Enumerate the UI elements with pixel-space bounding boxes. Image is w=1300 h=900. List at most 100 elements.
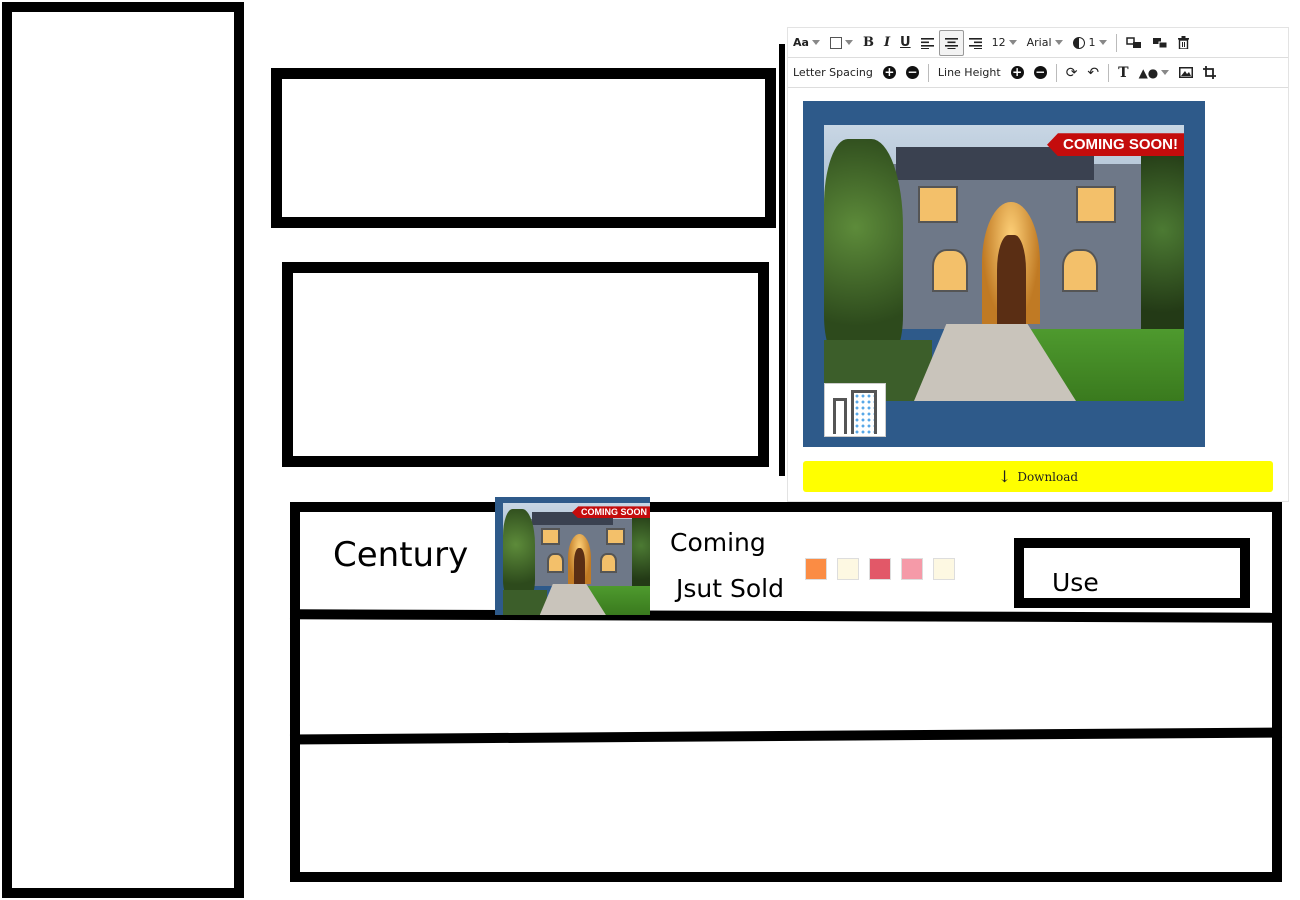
template-tag: Jsut Sold [676,574,784,603]
font-family-dropdown[interactable]: Arial [1022,31,1068,55]
add-text-button[interactable]: T [1113,61,1133,85]
undo-icon: ↶ [1087,64,1100,81]
template-thumbnail[interactable]: COMING SOON [495,497,650,615]
delete-button[interactable] [1173,31,1194,55]
opacity-value: 1 [1088,36,1096,49]
font-size-dropdown[interactable]: 12 [987,31,1022,55]
coming-soon-banner: COMING SOON! [1047,133,1184,157]
refresh-icon: ⟳ [1065,64,1078,81]
color-swatch[interactable] [805,558,827,580]
font-family-value: Arial [1026,36,1052,49]
template-name: Century [333,535,469,575]
trees-left [503,508,536,599]
color-swatch[interactable] [901,558,923,580]
chevron-down-icon [811,40,820,45]
window [547,553,565,574]
toolbar-separator [1115,33,1117,52]
letter-spacing-label: Letter Spacing [793,66,873,79]
trees-right [632,514,650,593]
bring-forward-icon [1125,36,1141,48]
window [1061,249,1098,292]
design-editor: Aa B I U 12 Arial 1 Letter Spacing + − L… [787,27,1289,502]
font-size-value: 12 [991,36,1006,49]
crop-icon [1203,66,1217,79]
send-backward-button[interactable] [1147,31,1173,55]
underline-icon: U [900,35,911,50]
house-photo: COMING SOON! [824,125,1184,401]
toolbar-separator [1108,63,1110,82]
building-small [833,398,847,434]
line-height-label: Line Height [937,66,1001,79]
window [917,185,958,223]
spacing-toolbar: Letter Spacing + − Line Height + − ⟳ ↶ T… [788,58,1288,88]
minus-circle-icon: − [1033,65,1047,79]
window [932,249,969,292]
arrow-down-icon: ↓ [997,467,1012,486]
bold-button[interactable]: B [858,31,879,55]
align-center-icon [944,37,958,49]
chevron-down-icon [844,40,853,45]
house-photo: COMING SOON [503,503,650,615]
add-image-button[interactable] [1174,61,1198,85]
coming-soon-banner: COMING SOON [571,506,650,519]
color-swatch[interactable] [869,558,891,580]
trees-right [1140,152,1184,346]
window [1076,185,1116,223]
italic-icon: I [883,35,891,50]
download-button-label: Download [1017,469,1079,484]
align-center-button[interactable] [938,29,964,56]
chevron-down-icon [1098,40,1107,45]
window [541,527,560,546]
undo-button[interactable]: ↶ [1082,61,1104,85]
trash-icon [1177,36,1189,49]
toolbar-separator [927,63,929,82]
front-door [573,547,586,584]
bring-forward-button[interactable] [1121,31,1147,55]
shrubs [503,590,548,615]
shapes-icon: ▲● [1138,65,1159,80]
download-button[interactable]: ↓ Download [803,461,1273,492]
font-style-dropdown[interactable]: Aa [788,31,825,55]
trees-left [824,138,904,360]
line-height-decrease-button[interactable]: − [1029,61,1052,85]
letter-spacing-decrease-button[interactable]: − [901,61,924,85]
color-swatch[interactable] [933,558,955,580]
italic-button[interactable]: I [879,31,895,55]
crop-button[interactable] [1198,61,1221,85]
underline-button[interactable]: U [895,31,916,55]
toolbar-separator [1055,63,1057,82]
align-left-icon [920,37,934,49]
use-button-label: Use [1052,568,1099,597]
template-tag: Coming [670,528,766,557]
vertical-divider [779,44,785,476]
building-logo-icon [824,383,886,437]
plus-circle-icon: + [882,65,896,79]
window [600,553,618,574]
chevron-down-icon [1161,70,1170,75]
shapes-dropdown[interactable]: ▲● [1134,61,1175,85]
align-right-button[interactable] [964,31,987,55]
plus-circle-icon: + [1010,65,1024,79]
color-swatch[interactable] [837,558,859,580]
front-door [996,235,1026,324]
formatting-toolbar: Aa B I U 12 Arial 1 [788,28,1288,58]
use-template-button[interactable]: Use [1014,538,1250,608]
window [605,527,625,546]
align-left-button[interactable] [916,31,939,55]
bold-icon: B [862,35,874,50]
letter-spacing-increase-button[interactable]: + [878,61,901,85]
font-style-label: Aa [793,36,809,49]
building-tall [851,390,877,434]
chevron-down-icon [1008,40,1017,45]
chevron-down-icon [1054,40,1063,45]
opacity-dropdown[interactable]: 1 [1068,31,1112,55]
design-preview-canvas[interactable]: COMING SOON! [803,101,1205,447]
line-height-increase-button[interactable]: + [1006,61,1029,85]
square-outline-icon [829,36,842,49]
contrast-icon [1072,36,1085,49]
text-icon: T [1118,64,1129,81]
border-dropdown[interactable] [825,31,858,55]
minus-circle-icon: − [905,65,919,79]
redo-button[interactable]: ⟳ [1061,61,1083,85]
left-sidebar [2,2,244,898]
